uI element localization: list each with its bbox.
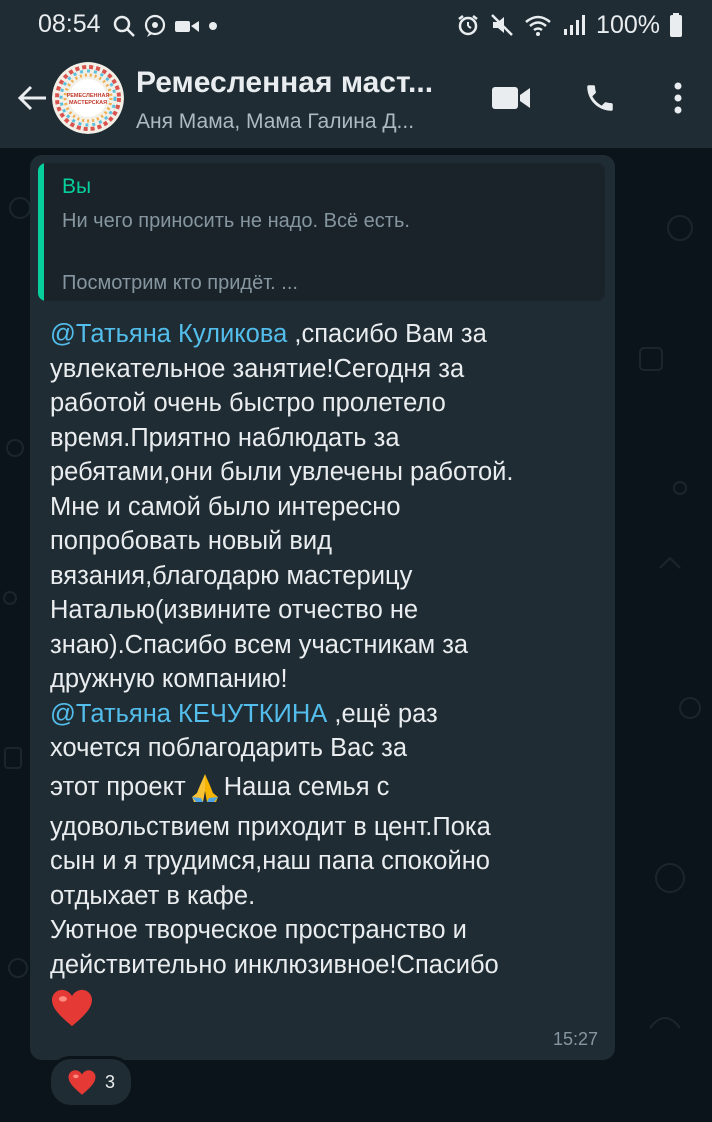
mention-link[interactable]: @Татьяна КЕЧУТКИНА [50, 700, 327, 728]
status-time: 08:54 [38, 10, 101, 38]
chat-bubble-icon [144, 14, 166, 37]
quoted-text-line-1: Ни чего приносить не надо. Всё есть. [62, 210, 410, 232]
back-arrow-icon[interactable] [14, 80, 50, 116]
chat-header: РЕМЕСЛЕННАЯ МАСТЕРСКАЯ Ремесленная маст.… [0, 52, 712, 148]
phone-icon [587, 85, 613, 111]
alarm-icon [458, 15, 478, 36]
quoted-message[interactable]: Вы Ни чего приносить не надо. Всё есть. … [38, 163, 605, 301]
media-icon [175, 21, 199, 32]
avatar-logo: РЕМЕСЛЕННАЯ МАСТЕРСКАЯ [52, 62, 124, 134]
wifi-icon [525, 15, 551, 36]
message-line: работой очень быстро пролетело [50, 389, 446, 417]
message-line: ,спасибо Вам за [287, 320, 487, 348]
avatar-text-bottom: МАСТЕРСКАЯ [69, 100, 107, 106]
signal-icon [564, 15, 586, 35]
message-line: Наталью(извините отчество не [50, 596, 419, 624]
status-bar: 08:54 100% [0, 0, 712, 52]
message-line-part: этот проект [50, 773, 186, 802]
reaction-pill[interactable]: 3 [48, 1056, 134, 1108]
chat-participants[interactable]: Аня Мама, Мама Галина Д... [136, 110, 414, 134]
search-icon [113, 15, 135, 37]
message-line: хочется поблагодарить Вас за [50, 734, 408, 762]
chat-title[interactable]: Ремесленная маст... [136, 66, 433, 100]
message-line: Мне и самой было интересно [50, 492, 401, 521]
message-line: увлекательное занятие!Сегодня за [50, 354, 465, 383]
message-text: @Татьяна Куликова ,спасибо Вам за увлека… [50, 317, 610, 1030]
message-line: сын и я трудимся,наш папа спокойно [50, 847, 490, 875]
message-line: попробовать новый вид [50, 527, 333, 555]
video-call-button[interactable] [488, 74, 536, 122]
dot-icon [209, 22, 217, 30]
video-camera-icon [492, 87, 530, 109]
group-avatar[interactable]: РЕМЕСЛЕННАЯ МАСТЕРСКАЯ [52, 62, 124, 134]
message-line: дружную компанию! [50, 665, 288, 693]
voice-call-button[interactable] [576, 74, 624, 122]
message-line-part: Наша семья с [223, 773, 390, 802]
message-line: этот проект Наша семья с [50, 766, 610, 810]
more-options-button[interactable] [654, 74, 702, 122]
pray-emoji-icon [191, 773, 218, 802]
message-line: вязания,благодарю мастерицу [50, 561, 413, 590]
message-line: ребятами,они были увлечены работой. [50, 458, 514, 486]
message-line: ,ещё раз [327, 699, 438, 728]
mute-icon [491, 14, 513, 36]
reaction-count: 3 [104, 1071, 115, 1092]
red-heart-emoji-icon [68, 1069, 96, 1095]
status-left-icons [112, 14, 219, 38]
quoted-text-line-2: Посмотрим кто придёт. ... [62, 272, 298, 294]
battery-icon [670, 13, 682, 37]
message-line: удовольствием приходит в цент.Пока [50, 812, 491, 841]
message-line: действительно инклюзивное!Спасибо [50, 950, 499, 979]
message-line: знаю).Спасибо всем участникам за [50, 630, 469, 659]
avatar-text-top: РЕМЕСЛЕННАЯ [67, 93, 110, 99]
message-line [50, 982, 610, 1030]
message-line: время.Приятно наблюдать за [50, 423, 400, 452]
red-heart-emoji-icon [52, 989, 92, 1027]
mention-link[interactable]: @Татьяна Куликова [50, 320, 287, 348]
status-right: 100% [456, 10, 682, 40]
message-time: 15:27 [552, 1029, 598, 1049]
quote-accent-bar [38, 163, 44, 301]
quoted-author: Вы [62, 175, 92, 198]
battery-percent: 100% [596, 10, 660, 39]
message-line: Уютное творческое пространство и [50, 916, 467, 944]
message-line: отдыхает в кафе. [50, 881, 256, 910]
more-vert-icon [674, 82, 682, 114]
